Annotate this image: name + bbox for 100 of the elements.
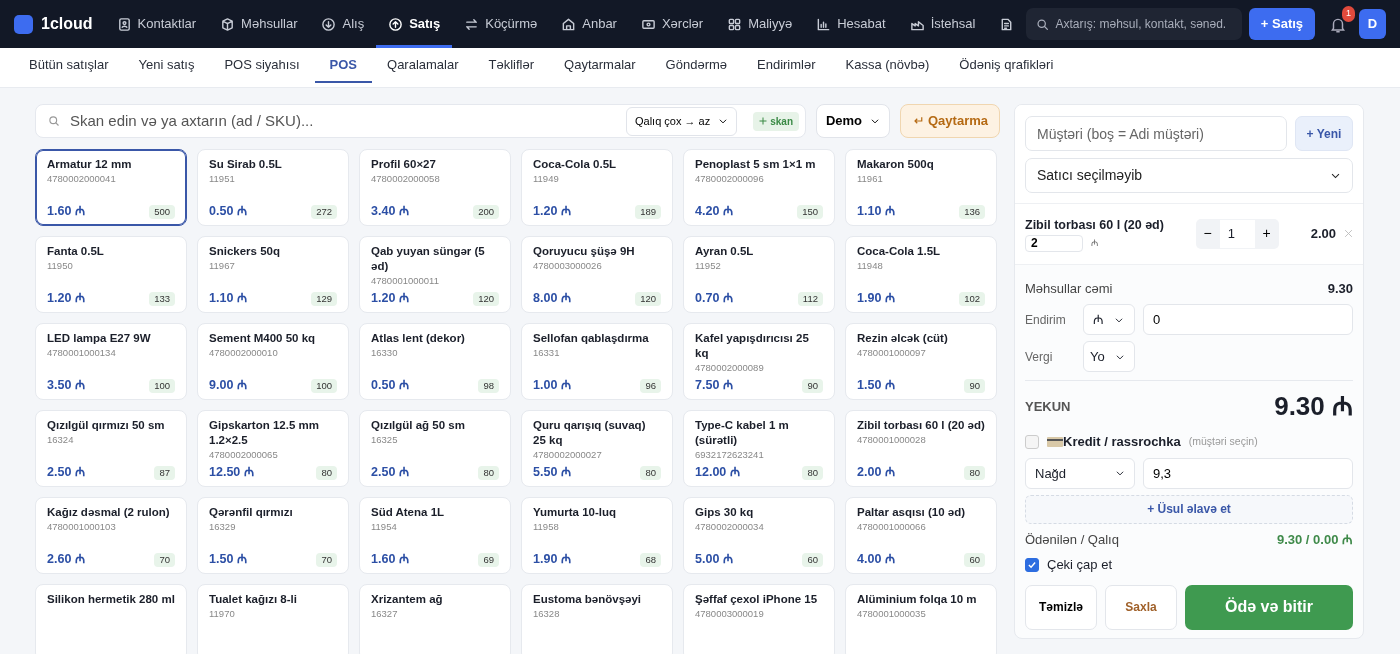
avatar[interactable]: D [1359,9,1386,39]
product-price: 3.50 ₼ [47,377,85,395]
product-card[interactable]: Şəffaf çexol iPhone 15 4780003000019 [683,584,835,654]
product-name: Rezin əlcək (cüt) [857,331,949,346]
tab[interactable]: Yeni satış [123,48,210,83]
discount-unit-dropdown[interactable]: ₼ [1083,304,1135,336]
product-card[interactable]: Coca-Cola 1.5L 11948 1.90 ₼ 102 [845,236,997,313]
price-field[interactable]: 2 [1025,234,1083,252]
return-button[interactable]: Qaytarma [900,104,1000,138]
product-card[interactable]: Atlas lent (dekor) 16330 0.50 ₼ 98 [359,323,511,400]
product-card[interactable]: Type-C kabel 1 m (sürətli) 6932172623241 12.00 ₼ 80 [683,410,835,487]
increase-button[interactable]: + [1254,222,1279,246]
product-sku: 4780002000010 [209,346,279,360]
tab[interactable]: POS siyahısı [209,48,315,83]
hold-button[interactable]: Saxla [1105,584,1177,630]
product-price: 1.50 ₼ [209,551,247,569]
search-field[interactable]: Skan edin və ya axtarın (ad / SKU)... Qalıq çox → az skan [35,104,806,138]
nav-item[interactable]: Hesabat [804,0,898,48]
clear-button[interactable]: Təmizlə [1025,584,1097,630]
tab[interactable]: Kassa (növbə) [830,48,945,83]
product-card[interactable]: Süd Atena 1L 11954 1.60 ₼ 69 [359,497,511,574]
product-sku: 16324 [47,433,75,447]
print-checkbox[interactable] [1025,558,1039,572]
tab[interactable]: Endirimlər [742,48,831,83]
house-icon [561,16,577,32]
nav-item[interactable]: İstehsal [897,0,988,48]
credit-label: Kredit / rassrochka [1063,433,1181,452]
product-card[interactable]: Paltar asqısı (10 əd) 4780001000066 4.00 ₼ 60 [845,497,997,574]
tab[interactable]: POS [314,48,372,83]
subtotal-label: Məhsullar cəmi [1025,279,1113,298]
product-card[interactable]: Coca-Cola 0.5L 11949 1.20 ₼ 189 [521,149,673,226]
nav-item[interactable]: Xərclər [628,0,716,48]
product-card[interactable]: Qızılgül ağ 50 sm 16325 2.50 ₼ 80 [359,410,511,487]
nav-item[interactable]: Kontaktlar [104,0,209,48]
nav-item[interactable]: Maliyyə [715,0,805,48]
product-card[interactable]: Qərənfil qırmızı 16329 1.50 ₼ 70 [197,497,349,574]
stock-count: 70 [316,552,337,567]
product-price: 3.40 ₼ [371,203,409,221]
nav-item[interactable]: Köçürmə [452,0,550,48]
product-name: Xrizantem ağ [371,592,444,607]
product-sku: 4780002000096 [695,172,765,186]
product-card[interactable]: Eustoma bənövşəyi 16328 [521,584,673,654]
tab[interactable]: Göndərmə [650,48,742,83]
product-price: 1.10 ₼ [857,203,895,221]
product-sku: 16331 [533,346,561,360]
discount-field[interactable]: 0 [1143,304,1353,336]
tab[interactable]: Təkliflər [473,48,550,83]
product-card[interactable]: Gips 30 kq 4780002000034 5.00 ₼ 60 [683,497,835,574]
product-card[interactable]: Makaron 500q 11961 1.10 ₼ 136 [845,149,997,226]
product-price: 7.50 ₼ [695,377,733,395]
product-card[interactable]: Alüminium folqa 10 m 4780001000035 [845,584,997,654]
tab[interactable]: Ödəniş qrafikləri [944,48,1069,83]
product-card[interactable]: Ayran 0.5L 11952 0.70 ₼ 112 [683,236,835,313]
product-card[interactable]: Quru qarışıq (suvaq) 25 kq 4780002000027 5.50 ₼ 80 [521,410,673,487]
stock-count: 500 [149,204,175,219]
tab[interactable]: Qaralamalar [372,48,474,83]
decrease-button[interactable]: − [1195,222,1220,246]
product-sku: 4780002000041 [47,172,117,186]
product-card[interactable]: Rezin əlcək (cüt) 4780001000097 1.50 ₼ 90 [845,323,997,400]
product-card[interactable]: Profil 60×27 4780002000058 3.40 ₼ 200 [359,149,511,226]
product-card[interactable]: Qoruyucu şüşə 9H 4780003000026 8.00 ₼ 120 [521,236,673,313]
product-card[interactable]: Gipskarton 12.5 mm 1.2×2.5 4780002000065 12.50 ₼ 80 [197,410,349,487]
warehouse-dropdown[interactable]: Demo [816,104,890,138]
payment-amount-field[interactable]: 9,3 [1143,457,1353,489]
new-sale-button[interactable]: + Satış [1248,8,1316,40]
customer-field[interactable]: Müştəri (boş = Adi müştəri) [1025,116,1287,151]
scan-button[interactable]: skan [753,111,799,131]
product-card[interactable]: Sellofan qablaşdırma 16331 1.00 ₼ 96 [521,323,673,400]
product-card[interactable]: Kağız dəsmal (2 rulon) 4780001000103 2.60 ₼ 70 [35,497,187,574]
quantity-field[interactable]: 1 [1219,219,1255,248]
product-card[interactable]: Penoplast 5 sm 1×1 m 4780002000096 4.20 ₼ 150 [683,149,835,226]
search-field[interactable]: Axtarış: məhsul, kontakt, sənəd. [1026,8,1242,40]
product-sku: 11952 [695,259,722,273]
product-card[interactable]: Kafel yapışdırıcısı 25 kq 4780002000089 7.50 ₼ 90 [683,323,835,400]
nav-item[interactable]: Məhsullar [208,0,310,48]
product-card[interactable]: Snickers 50q 11967 1.10 ₼ 129 [197,236,349,313]
product-card[interactable]: Su Sirab 0.5L 11951 0.50 ₼ 272 [197,149,349,226]
tab[interactable]: Bütün satışlar [14,48,124,83]
sort-dropdown[interactable]: Qalıq çox → az [626,106,738,136]
product-card[interactable]: LED lampa E27 9W 4780001000134 3.50 ₼ 100 [35,323,187,400]
payment-method-dropdown[interactable]: Nağd [1025,457,1135,489]
product-card[interactable]: Fanta 0.5L 11950 1.20 ₼ 133 [35,236,187,313]
nav-item[interactable]: Anbar [549,0,629,48]
product-card[interactable]: Armatur 12 mm 4780002000041 1.60 ₼ 500 [35,149,187,226]
product-card[interactable]: Sement M400 50 kq 4780002000010 9.00 ₼ 100 [197,323,349,400]
pay-button[interactable]: Ödə və bitir [1185,584,1353,630]
credit-checkbox[interactable] [1025,435,1039,449]
product-card[interactable]: Zibil torbası 60 l (20 əd) 4780001000028 2.00 ₼ 80 [845,410,997,487]
seller-dropdown[interactable]: Satıcı seçilməyib [1025,158,1353,193]
tab[interactable]: Qaytarmalar [549,48,651,83]
product-card[interactable]: Xrizantem ağ 16327 [359,584,511,654]
product-card[interactable]: Qab yuyan süngər (5 əd) 4780001000011 1.20 ₼ 120 [359,236,511,313]
product-card[interactable]: Qızılgül qırmızı 50 sm 16324 2.50 ₼ 87 [35,410,187,487]
product-card[interactable]: Tualet kağızı 8-li 11970 [197,584,349,654]
new-customer-button[interactable]: + Yeni [1295,116,1353,151]
nav-item[interactable]: Alış [309,0,377,48]
product-card[interactable]: Yumurta 10-luq 11958 1.90 ₼ 68 [521,497,673,574]
product-card[interactable]: Silikon hermetik 280 ml [35,584,187,654]
add-method-button[interactable]: + Üsul əlavə et [1025,494,1353,524]
tax-dropdown[interactable]: Yo [1083,341,1135,373]
